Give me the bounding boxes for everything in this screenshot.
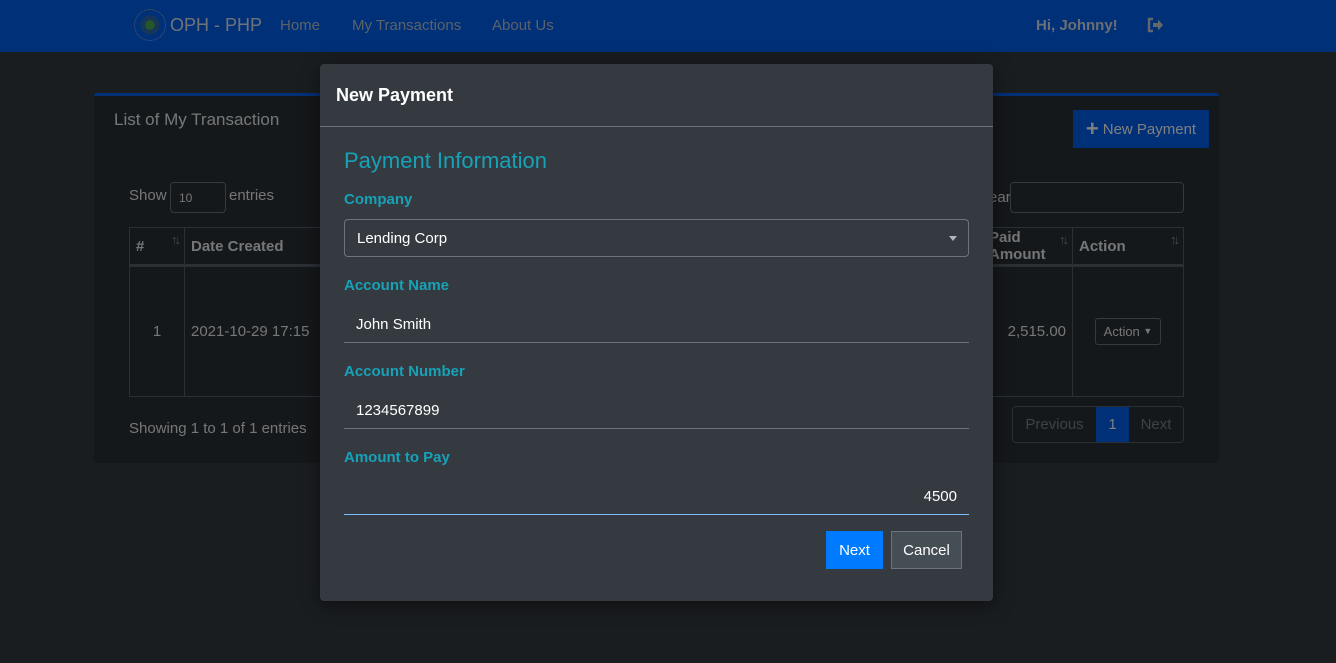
company-label: Company [344,191,413,208]
account-name-label: Account Name [344,277,450,294]
account-number-label: Account Number [344,363,465,380]
modal-title: New Payment [336,84,454,105]
modal-header: New Payment [320,64,993,127]
account-name-input[interactable]: John Smith [344,307,969,343]
caret-down-icon [949,236,957,241]
new-payment-modal: New Payment Payment Information Company … [320,64,993,601]
section-title: Payment Information [344,148,547,173]
amount-input[interactable]: 4500 [344,479,969,515]
account-number-input[interactable]: 1234567899 [344,393,969,429]
next-button[interactable]: Next [826,531,883,569]
amount-label: Amount to Pay [344,449,450,466]
company-select[interactable]: Lending Corp [344,219,969,257]
cancel-button[interactable]: Cancel [891,531,962,569]
